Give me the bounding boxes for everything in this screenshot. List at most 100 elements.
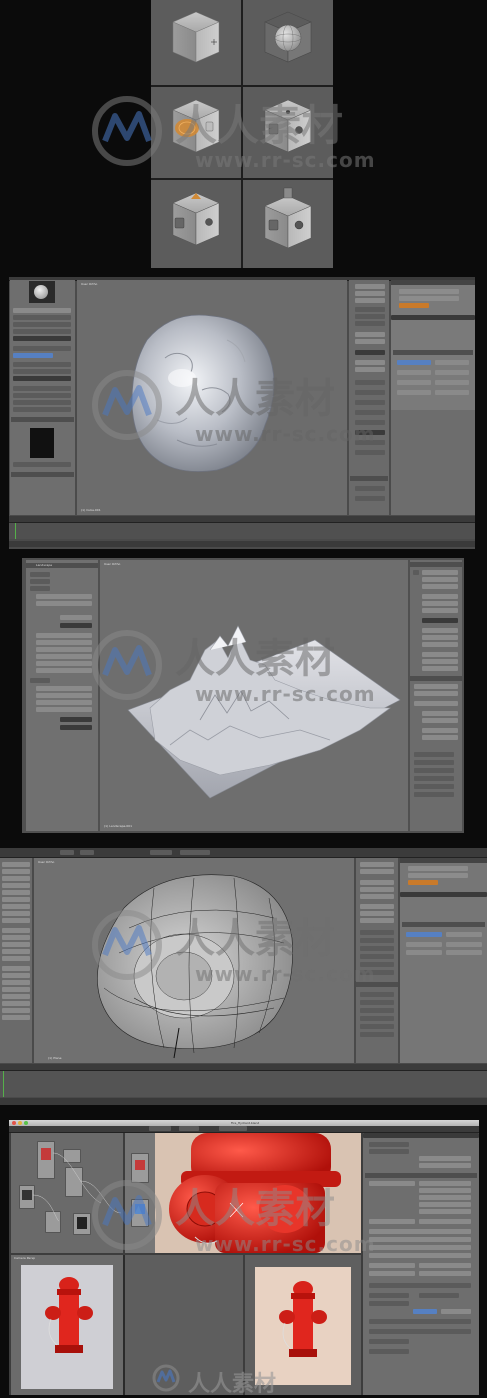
prop-field[interactable] [369,1229,471,1234]
prop-row[interactable] [355,430,385,435]
prop-field[interactable] [419,1156,471,1161]
prop-field[interactable] [419,1271,471,1276]
menu-item[interactable] [80,850,94,855]
outliner-row[interactable] [399,289,459,294]
prop-row[interactable] [369,1301,409,1306]
prop-row[interactable] [369,1283,471,1288]
prop-field[interactable] [422,728,458,733]
tool-field[interactable] [36,700,92,705]
properties-tabs[interactable] [400,892,487,897]
prop-row[interactable] [355,291,385,296]
prop-row[interactable] [355,450,385,455]
tool-button[interactable] [2,966,30,971]
prop-field[interactable] [422,666,458,671]
prop-field[interactable] [422,635,458,640]
prop-row[interactable] [360,1008,394,1013]
prop-row[interactable] [360,992,394,997]
outliner-row[interactable] [408,873,468,878]
render-result[interactable] [245,1255,361,1395]
prop-field[interactable] [422,642,458,647]
timeline-footer[interactable] [9,541,475,547]
tool-button[interactable] [2,994,30,999]
modifier-field[interactable] [397,380,431,385]
modifier-toggle[interactable] [397,360,431,365]
tool-row[interactable] [13,462,71,467]
prop-field[interactable] [419,1181,471,1186]
panel-header[interactable] [410,676,462,681]
tool-field[interactable] [36,647,92,652]
prop-field[interactable] [419,1209,471,1214]
prop-field[interactable] [369,1181,415,1186]
prop-row[interactable] [414,784,454,789]
prop-field[interactable] [360,911,394,916]
outliner-row[interactable] [399,296,459,301]
prop-row[interactable] [369,1293,409,1298]
menu-item[interactable] [149,1126,171,1131]
prop-row[interactable] [413,570,419,575]
tool-field[interactable] [36,654,92,659]
menu-item[interactable] [60,850,74,855]
timeline-scrub-area[interactable] [9,523,475,539]
prop-field[interactable] [419,1202,471,1207]
panel-header[interactable] [410,562,462,567]
tool-field[interactable] [36,594,92,599]
tool-row[interactable] [13,400,71,405]
tool-button[interactable] [2,928,30,933]
timeline-footer[interactable] [0,1098,487,1105]
tool-row[interactable] [13,346,71,351]
prop-row[interactable] [355,380,385,385]
prop-field[interactable] [369,1271,415,1276]
tool-field[interactable] [36,633,92,638]
3d-viewport[interactable]: User Ortho (1) Plane [34,858,354,1063]
maximize-window-icon[interactable] [24,1121,28,1125]
prop-field[interactable] [422,577,458,582]
timeline[interactable] [9,516,475,549]
minimize-window-icon[interactable] [18,1121,22,1125]
prop-field[interactable] [369,1263,415,1268]
prop-row[interactable] [369,1149,409,1154]
prop-row[interactable] [355,284,385,289]
prop-field[interactable] [414,684,458,689]
prop-field[interactable] [422,618,458,623]
prop-field[interactable] [360,869,394,874]
tool-row[interactable] [13,376,71,381]
prop-field[interactable] [422,594,458,599]
modifier-toggle[interactable] [446,932,482,937]
prop-field[interactable] [422,659,458,664]
tool-row[interactable] [13,315,71,320]
prop-field[interactable] [441,1309,471,1314]
tool-button[interactable] [2,918,30,923]
tool-button[interactable] [2,980,30,985]
prop-field[interactable] [422,570,458,575]
prop-row[interactable] [369,1142,409,1147]
tool-button[interactable] [2,876,30,881]
tool-button[interactable] [2,1008,30,1013]
tool-button[interactable] [2,1001,30,1006]
prop-row[interactable] [355,496,385,501]
prop-row[interactable] [360,954,394,959]
panel-header[interactable] [350,476,388,481]
modifier-field[interactable] [397,370,431,375]
tool-row[interactable] [13,329,71,334]
tool-field[interactable] [36,686,92,691]
prop-row[interactable] [369,1319,471,1324]
menu-item[interactable] [180,850,210,855]
prop-row[interactable] [355,339,385,344]
tool-field[interactable] [60,725,92,730]
outliner-row-selected[interactable] [399,303,429,308]
timeline-scrub-area[interactable] [0,1071,487,1097]
prop-row[interactable] [355,307,385,312]
prop-row[interactable] [360,938,394,943]
tool-row[interactable] [13,393,71,398]
tool-row[interactable] [13,336,71,341]
tool-field[interactable] [36,601,92,606]
outliner-header[interactable] [400,858,487,863]
prop-field[interactable] [422,718,458,723]
modifier-field[interactable] [435,370,469,375]
tool-row[interactable] [13,308,71,313]
panel-header[interactable] [11,472,74,477]
tool-field[interactable] [60,717,92,722]
modifier-field[interactable] [406,942,442,947]
tool-button[interactable] [2,883,30,888]
tool-field[interactable] [60,615,92,620]
